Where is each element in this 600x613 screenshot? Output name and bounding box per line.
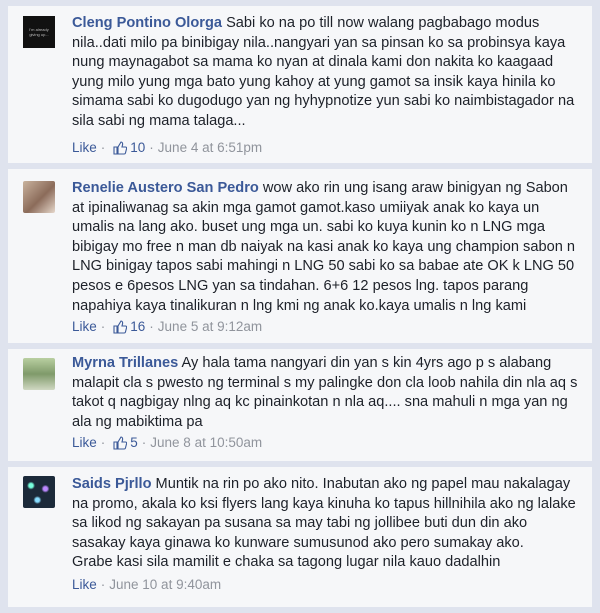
like-link[interactable]: Like bbox=[72, 319, 97, 334]
thumbs-up-icon bbox=[113, 141, 128, 158]
comment-meta: Like · 10 · June 4 at 6:51pm bbox=[72, 140, 262, 158]
comment: Myrna Trillanes Ay hala tama nangyari di… bbox=[8, 349, 592, 461]
comment: Renelie Austero San Pedro wow ako rin un… bbox=[8, 169, 592, 343]
comment-text: Cleng Pontino Olorga Sabi ko na po till … bbox=[72, 14, 578, 132]
like-count[interactable]: 10 bbox=[130, 140, 145, 155]
comment: Saids Pjrllo Muntik na rin po ako nito. … bbox=[8, 467, 592, 607]
avatar[interactable] bbox=[23, 358, 55, 390]
like-link[interactable]: Like bbox=[72, 577, 97, 592]
comment-author[interactable]: Cleng Pontino Olorga bbox=[72, 15, 222, 31]
comment-time[interactable]: June 4 at 6:51pm bbox=[158, 140, 262, 155]
comment-author[interactable]: Saids Pjrllo bbox=[72, 476, 151, 492]
comment-meta: Like · 5 · June 8 at 10:50am bbox=[72, 435, 262, 453]
comment-author[interactable]: Renelie Austero San Pedro bbox=[72, 180, 259, 196]
like-count[interactable]: 5 bbox=[130, 435, 138, 450]
comment-meta: Like · June 10 at 9:40am bbox=[72, 577, 222, 592]
comment-text: Myrna Trillanes Ay hala tama nangyari di… bbox=[72, 354, 578, 432]
comment-time[interactable]: June 10 at 9:40am bbox=[109, 577, 221, 592]
comment-text: Renelie Austero San Pedro wow ako rin un… bbox=[72, 179, 578, 316]
thumbs-up-icon bbox=[113, 436, 128, 453]
comment-body: wow ako rin ung isang araw binigyan ng S… bbox=[72, 180, 575, 314]
comment-text: Saids Pjrllo Muntik na rin po ako nito. … bbox=[72, 475, 578, 573]
comment-time[interactable]: June 8 at 10:50am bbox=[150, 435, 262, 450]
thumbs-up-icon bbox=[113, 320, 128, 337]
comment-time[interactable]: June 5 at 9:12am bbox=[158, 319, 262, 334]
comment-body-line2: Grabe kasi sila mamilit e chaka sa tagon… bbox=[72, 554, 501, 571]
comment-meta: Like · 16 · June 5 at 9:12am bbox=[72, 319, 262, 337]
like-link[interactable]: Like bbox=[72, 435, 97, 450]
avatar-caption: I'm already giving up... bbox=[29, 27, 49, 37]
comment-author[interactable]: Myrna Trillanes bbox=[72, 355, 178, 371]
like-link[interactable]: Like bbox=[72, 140, 97, 155]
comment-body: Sabi ko na po till now walang pagbabago … bbox=[72, 15, 575, 129]
avatar[interactable] bbox=[23, 181, 55, 213]
like-count[interactable]: 16 bbox=[130, 319, 145, 334]
avatar[interactable] bbox=[23, 476, 55, 508]
comment: I'm already giving up... Cleng Pontino O… bbox=[8, 6, 592, 163]
avatar[interactable]: I'm already giving up... bbox=[23, 16, 55, 48]
